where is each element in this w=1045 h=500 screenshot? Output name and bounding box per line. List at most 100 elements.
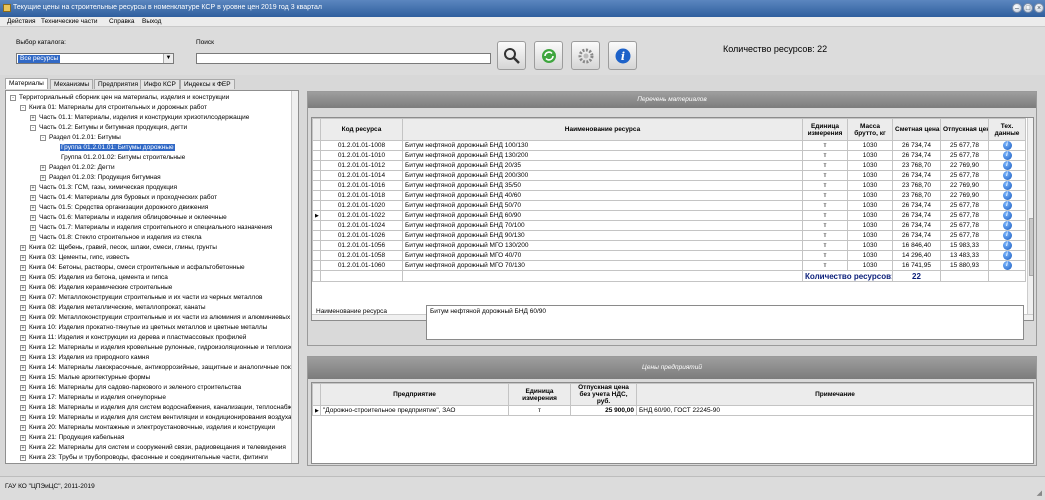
tree-item[interactable]: - Часть 01.2: Битумы и битумная продукция…: [30, 123, 188, 133]
tree-item[interactable]: Группа 01.2.01.01: Битумы дорожные: [60, 143, 175, 153]
tech-data-cell[interactable]: i: [988, 190, 1026, 201]
search-button[interactable]: [497, 41, 526, 70]
expand-icon[interactable]: +: [20, 355, 26, 361]
expand-icon[interactable]: +: [20, 275, 26, 281]
expand-icon[interactable]: +: [30, 205, 36, 211]
tree-item[interactable]: + Книга 22: Материалы для систем и сооруж…: [20, 443, 287, 453]
tree-item[interactable]: + Книга 10: Изделия прокатно-тянутые из ц…: [20, 323, 268, 333]
tech-data-cell[interactable]: i: [988, 140, 1026, 151]
info-icon[interactable]: i: [1002, 221, 1012, 230]
tree-item[interactable]: + Часть 01.8: Стекло строительное и издел…: [30, 233, 203, 243]
maximize-button[interactable]: □: [1023, 3, 1033, 13]
tree-item[interactable]: + Книга 03: Цементы, гипс, известь: [20, 253, 130, 263]
tree-item[interactable]: + Книга 04: Бетоны, растворы, смеси строи…: [20, 263, 246, 273]
expand-icon[interactable]: +: [20, 405, 26, 411]
tech-data-cell[interactable]: i: [988, 240, 1026, 251]
collapse-icon[interactable]: -: [40, 135, 46, 141]
tree-item[interactable]: - Книга 01: Материалы для строительных и …: [20, 103, 208, 113]
expand-icon[interactable]: +: [20, 455, 26, 461]
tree-item[interactable]: + Часть 01.3: ГСМ, газы, химическая проду…: [30, 183, 178, 193]
close-button[interactable]: ×: [1034, 3, 1044, 13]
expand-icon[interactable]: +: [20, 295, 26, 301]
expand-icon[interactable]: +: [30, 225, 36, 231]
info-icon[interactable]: i: [1002, 201, 1012, 210]
info-icon[interactable]: i: [1002, 251, 1012, 260]
collapse-icon[interactable]: -: [30, 125, 36, 131]
col-tech-data[interactable]: Тех. данные: [988, 118, 1026, 141]
tree-item[interactable]: + Книга 06: Изделия керамические строител…: [20, 283, 173, 293]
tree-item[interactable]: + Часть 01.6: Материалы и изделия облицов…: [30, 213, 228, 223]
expand-icon[interactable]: +: [30, 185, 36, 191]
info-icon[interactable]: i: [1002, 231, 1012, 240]
tree-item[interactable]: + Книга 05: Изделия из бетона, цемента и …: [20, 273, 169, 283]
tree-item[interactable]: - Раздел 01.2.01: Битумы: [40, 133, 122, 143]
tech-data-cell[interactable]: i: [988, 160, 1026, 171]
expand-icon[interactable]: +: [20, 395, 26, 401]
tree-item[interactable]: + Часть 01.4: Материалы для буровых и про…: [30, 193, 218, 203]
tree-item[interactable]: + Книга 19: Материалы и изделия для систе…: [20, 413, 293, 423]
col-mass[interactable]: Масса брутто, кг: [847, 118, 893, 141]
tech-data-cell[interactable]: i: [988, 250, 1026, 261]
table-row[interactable]: 01.2.01.01-1012 Битум нефтяной дорожный Б…: [312, 160, 1026, 171]
tree-item[interactable]: + Книга 23: Трубы и трубопроводы, фасонны…: [20, 453, 269, 463]
tree-item[interactable]: + Книга 13: Изделия из природного камня: [20, 353, 150, 363]
table-row[interactable]: 01.2.01.01-1020 Битум нефтяной дорожный Б…: [312, 200, 1026, 211]
tree-item[interactable]: + Книга 21: Продукция кабельная: [20, 433, 125, 443]
info-icon[interactable]: i: [1002, 161, 1012, 170]
tree-item[interactable]: + Книга 12: Материалы и изделия кровельны…: [20, 343, 298, 353]
expand-icon[interactable]: +: [20, 315, 26, 321]
info-icon[interactable]: i: [1002, 171, 1012, 180]
catalog-select[interactable]: Все ресурсы ▼: [16, 53, 174, 64]
info-icon[interactable]: i: [1002, 261, 1012, 270]
tree-vertical-scrollbar[interactable]: [291, 91, 298, 463]
expand-icon[interactable]: +: [20, 305, 26, 311]
expand-icon[interactable]: +: [40, 165, 46, 171]
tech-data-cell[interactable]: i: [988, 180, 1026, 191]
table-row[interactable]: 01.2.01.01-1058 Битум нефтяной дорожный М…: [312, 250, 1026, 261]
expand-icon[interactable]: +: [30, 195, 36, 201]
info-icon[interactable]: i: [1002, 181, 1012, 190]
about-button[interactable]: i: [608, 41, 637, 70]
expand-icon[interactable]: +: [20, 385, 26, 391]
tab-mechanisms[interactable]: Механизмы: [50, 79, 94, 89]
col-estimate-price[interactable]: Сметная цена: [892, 118, 941, 141]
expand-icon[interactable]: +: [40, 175, 46, 181]
table-row[interactable]: 01.2.01.01-1024 Битум нефтяной дорожный Б…: [312, 220, 1026, 231]
menu-help[interactable]: Справка: [109, 18, 135, 25]
col-unit[interactable]: Единица измерения: [508, 383, 571, 406]
tree-item[interactable]: Группа 01.2.01.02: Битумы строительные: [60, 153, 186, 163]
tech-data-cell[interactable]: i: [988, 210, 1026, 221]
expand-icon[interactable]: +: [20, 245, 26, 251]
tech-data-cell[interactable]: i: [988, 230, 1026, 241]
menu-tech-parts[interactable]: Технические части: [41, 18, 98, 25]
tech-data-cell[interactable]: i: [988, 220, 1026, 231]
table-row[interactable]: 01.2.01.01-1010 Битум нефтяной дорожный Б…: [312, 150, 1026, 161]
expand-icon[interactable]: +: [20, 335, 26, 341]
tree-item[interactable]: + Раздел 01.2.02: Дегти: [40, 163, 116, 173]
tab-fer-indexes[interactable]: Индексы к ФЕР: [180, 79, 235, 89]
resource-name-field[interactable]: Битум нефтяной дорожный БНД 60/90: [426, 305, 1024, 340]
expand-icon[interactable]: +: [20, 445, 26, 451]
info-icon[interactable]: i: [1002, 141, 1012, 150]
expand-icon[interactable]: +: [20, 345, 26, 351]
tree-item[interactable]: + Книга 02: Щебень, гравий, песок, шлаки,…: [20, 243, 218, 253]
tech-data-cell[interactable]: i: [988, 200, 1026, 211]
table-row[interactable]: 01.2.01.01-1018 Битум нефтяной дорожный Б…: [312, 190, 1026, 201]
col-price-no-vat[interactable]: Отпускная цена без учета НДС, руб.: [570, 383, 637, 406]
col-unit[interactable]: Единица измерения: [802, 118, 848, 141]
tree-item[interactable]: + Книга 20: Материалы монтажные и электро…: [20, 423, 276, 433]
settings-button[interactable]: [571, 41, 600, 70]
menu-exit[interactable]: Выход: [142, 18, 161, 25]
tab-materials[interactable]: Материалы: [5, 78, 48, 89]
expand-icon[interactable]: +: [20, 375, 26, 381]
tree-item[interactable]: - Территориальный сборник цен на материал…: [10, 93, 230, 103]
menu-actions[interactable]: Действия: [7, 18, 35, 25]
tree-item[interactable]: + Книга 11: Изделия и конструкции из дере…: [20, 333, 247, 343]
table-row[interactable]: ▶ 01.2.01.01-1022 Битум нефтяной дорожный …: [312, 210, 1026, 221]
expand-icon[interactable]: +: [20, 325, 26, 331]
table-row[interactable]: 01.2.01.01-1056 Битум нефтяной дорожный М…: [312, 240, 1026, 251]
expand-icon[interactable]: +: [20, 365, 26, 371]
tech-data-cell[interactable]: i: [988, 170, 1026, 181]
expand-icon[interactable]: +: [20, 435, 26, 441]
expand-icon[interactable]: +: [30, 115, 36, 121]
